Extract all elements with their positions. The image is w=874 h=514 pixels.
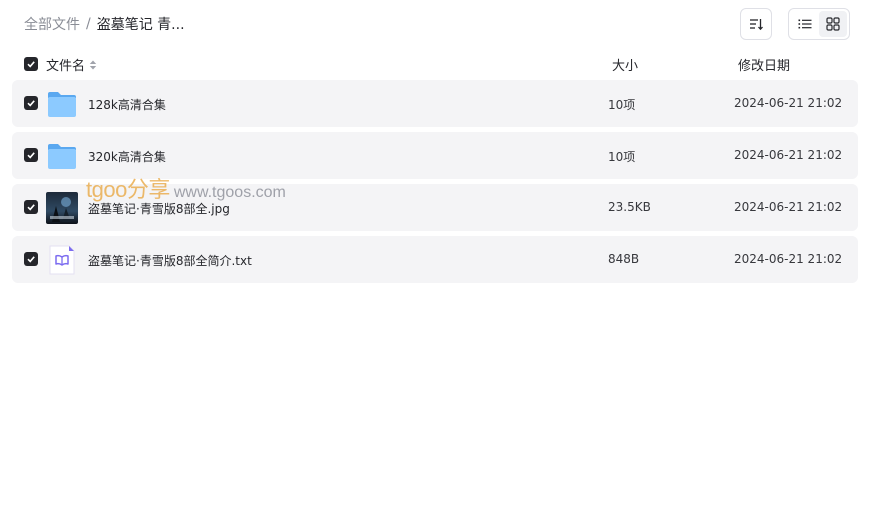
file-size: 10项 [608,150,636,164]
file-row[interactable]: 盗墓笔记·青雪版8部全.jpg 23.5KB 2024-06-21 21:02 [12,184,858,231]
checkmark-icon [27,204,35,211]
breadcrumb-current: 盗墓笔记 青... [96,17,185,33]
row-checkbox[interactable] [24,96,38,110]
file-date: 2024-06-21 21:02 [734,148,843,162]
folder-icon [46,140,78,172]
file-name[interactable]: 320k高清合集 [88,148,166,165]
size-column-header[interactable]: 大小 [612,55,638,74]
file-size: 848B [608,252,640,266]
image-thumbnail [46,192,78,224]
grid-view-icon [826,17,840,31]
grid-view-button[interactable] [819,11,847,37]
row-checkbox[interactable] [24,200,38,214]
checkmark-icon [27,256,35,263]
file-row[interactable]: 128k高清合集 10项 2024-06-21 21:02 [12,80,858,127]
folder-icon [46,88,78,120]
date-column-header[interactable]: 修改日期 [738,55,790,74]
file-date: 2024-06-21 21:02 [734,252,843,266]
sort-lines-icon [750,19,763,31]
list-view-button[interactable] [791,11,819,37]
row-checkbox[interactable] [24,148,38,162]
breadcrumb-root-link[interactable]: 全部文件 [24,14,80,34]
file-row[interactable]: 盗墓笔记·青雪版8部全简介.txt 848B 2024-06-21 21:02 [12,236,858,283]
name-column-header[interactable]: 文件名 [46,55,97,74]
checkmark-icon [27,152,35,159]
file-size: 23.5KB [608,200,651,214]
name-column-label: 文件名 [46,59,86,74]
file-name[interactable]: 盗墓笔记·青雪版8部全.jpg [88,200,230,217]
breadcrumb: 全部文件 / 盗墓笔记 青... [24,14,185,34]
file-list-header: 文件名 大小 修改日期 [12,52,858,76]
checkmark-icon [27,61,35,68]
file-row[interactable]: 320k高清合集 10项 2024-06-21 21:02 [12,132,858,179]
file-name[interactable]: 盗墓笔记·青雪版8部全简介.txt [88,252,252,269]
view-toggle [788,8,850,40]
file-size: 10项 [608,98,636,112]
checkmark-icon [27,100,35,107]
row-checkbox[interactable] [24,252,38,266]
sort-caret-icon [89,60,97,70]
select-all-checkbox[interactable] [24,57,38,71]
book-document-icon [46,244,78,276]
breadcrumb-separator: / [86,16,91,32]
list-view-icon [798,19,812,29]
file-name[interactable]: 128k高清合集 [88,96,166,113]
file-date: 2024-06-21 21:02 [734,96,843,110]
sort-button[interactable] [740,8,772,40]
file-date: 2024-06-21 21:02 [734,200,843,214]
